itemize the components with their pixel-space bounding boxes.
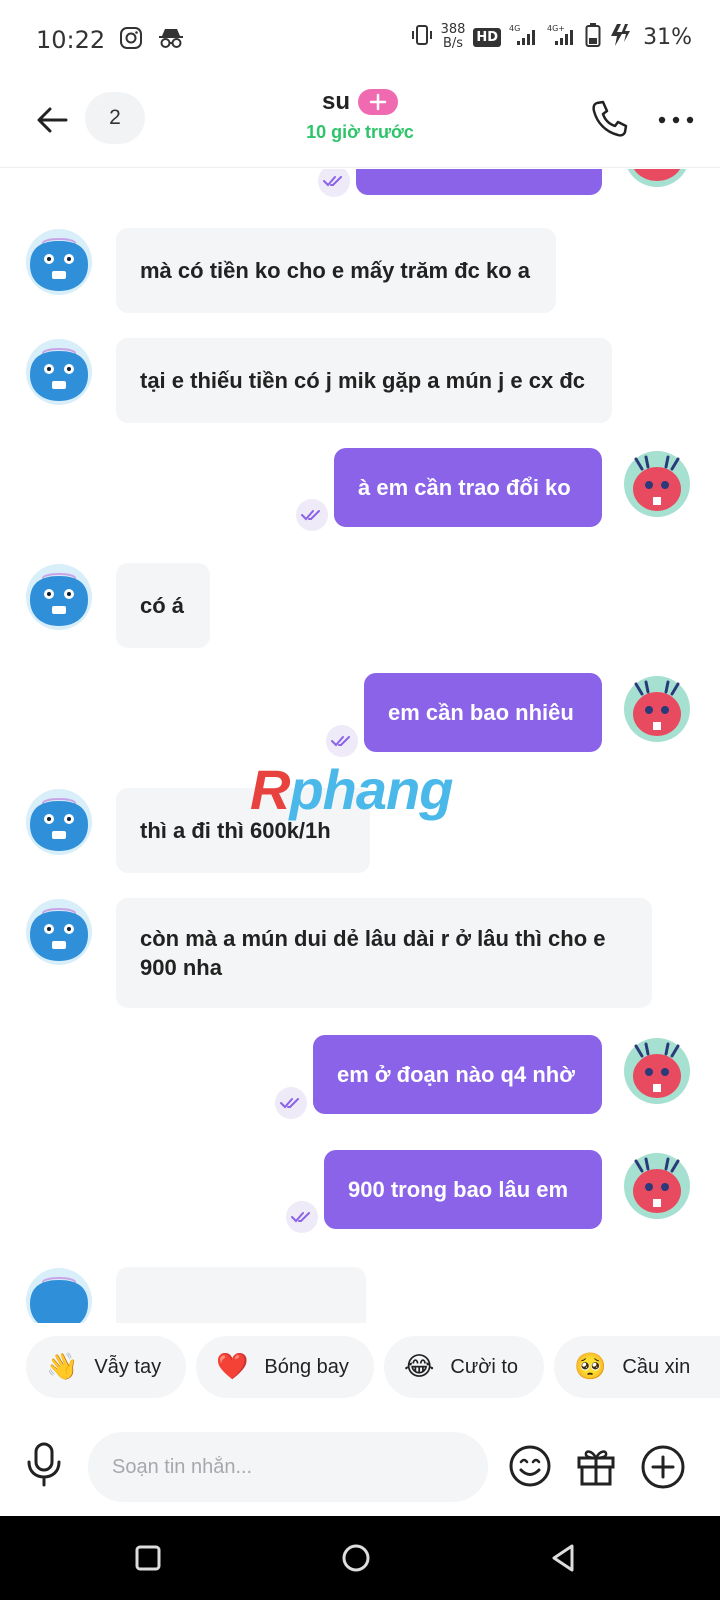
more-options-button[interactable] [654, 100, 698, 140]
message-bubble-partial [356, 169, 602, 195]
message-input[interactable] [88, 1432, 488, 1502]
read-receipt-icon [296, 499, 328, 531]
plus-circle-icon [641, 1445, 685, 1489]
svg-text:4G+: 4G+ [547, 24, 565, 33]
plus-badge [358, 89, 398, 115]
incognito-icon [157, 26, 185, 54]
message-list[interactable]: mà có tiền ko cho e mấy trăm đc ko a tại… [0, 169, 720, 1323]
charging-icon [609, 22, 631, 52]
incoming-message-bubble[interactable]: còn mà a mún dui dẻ lâu dài r ở lâu thì … [116, 898, 652, 1008]
reaction-label: Bóng bay [264, 1355, 349, 1378]
pleading-face-icon: 🥺 [574, 1352, 607, 1382]
add-attachment-button[interactable] [640, 1444, 686, 1490]
outgoing-message-bubble[interactable]: 900 trong bao lâu em [324, 1150, 602, 1229]
system-navigation-bar [0, 1516, 720, 1600]
reaction-laugh-button[interactable]: 😂 Cười to [384, 1336, 544, 1398]
watermark-part1: R [250, 758, 290, 821]
message-composer [0, 1420, 720, 1516]
triangle-back-icon [552, 1544, 574, 1572]
status-bar: 10:22 388 B/s HD 4G 4G+ 31% [0, 0, 720, 80]
reaction-label: Cầu xin [622, 1355, 691, 1378]
watermark-part2: phang [289, 758, 453, 821]
signal-4g-plus-icon: 4G+ [547, 23, 577, 51]
my-avatar[interactable] [622, 674, 692, 744]
contact-avatar[interactable] [24, 787, 94, 857]
contact-avatar[interactable] [24, 1266, 94, 1323]
my-avatar[interactable] [622, 169, 692, 189]
contact-avatar[interactable] [24, 897, 94, 967]
incoming-message-bubble-partial [116, 1267, 366, 1323]
battery-percent: 31% [643, 24, 692, 50]
square-icon [135, 1545, 161, 1571]
reaction-balloon-button[interactable]: ❤️ Bóng bay [196, 1336, 374, 1398]
contact-avatar[interactable] [24, 337, 94, 407]
waving-hand-icon: 👋 [46, 1352, 79, 1382]
incoming-message-bubble[interactable]: mà có tiền ko cho e mấy trăm đc ko a [116, 228, 556, 313]
instagram-icon [119, 26, 143, 54]
smiley-icon [509, 1445, 551, 1487]
network-rate-value: 388 [440, 22, 466, 37]
plus-icon [369, 93, 387, 111]
incoming-message-bubble[interactable]: có á [116, 563, 210, 648]
phone-icon [592, 100, 628, 137]
reaction-label: Cười to [450, 1355, 519, 1378]
reaction-label: Vẫy tay [94, 1355, 162, 1378]
recents-button[interactable] [128, 1538, 168, 1578]
chat-header: 2 su 10 giờ trước [0, 80, 720, 168]
my-avatar[interactable] [622, 449, 692, 519]
network-rate: 388 B/s [441, 23, 466, 51]
outgoing-message-bubble[interactable]: em cần bao nhiêu [364, 673, 602, 752]
read-receipt-icon [318, 169, 350, 197]
reaction-wave-button[interactable]: 👋 Vẫy tay [26, 1336, 186, 1398]
vibrate-icon [411, 23, 433, 51]
outgoing-message-bubble[interactable]: à em cần trao đổi ko [334, 448, 602, 527]
read-receipt-icon [286, 1201, 318, 1233]
incoming-message-bubble[interactable]: tại e thiếu tiền có j mik gặp a mún j e … [116, 338, 612, 423]
outgoing-message-bubble[interactable]: em ở đoạn nào q4 nhờ [313, 1035, 602, 1114]
hd-badge: HD [473, 27, 502, 47]
gift-button[interactable] [574, 1444, 618, 1488]
status-time: 10:22 [36, 26, 106, 54]
circle-icon [342, 1544, 370, 1572]
back-nav-button[interactable] [544, 1538, 584, 1578]
signal-4g-icon: 4G [509, 23, 539, 51]
contact-name: su [321, 88, 350, 115]
network-rate-unit: B/s [442, 36, 464, 51]
contact-avatar[interactable] [24, 562, 94, 632]
gift-icon [577, 1450, 615, 1486]
more-dots-icon [658, 116, 694, 124]
microphone-icon [27, 1442, 61, 1487]
emoji-button[interactable] [508, 1444, 552, 1488]
watermark-logo: Rphang [250, 757, 453, 822]
contact-avatar[interactable] [24, 227, 94, 297]
home-button[interactable] [336, 1538, 376, 1578]
reaction-plead-button[interactable]: 🥺 Cầu xin [554, 1336, 720, 1398]
quick-reactions-bar: 👋 Vẫy tay ❤️ Bóng bay 😂 Cười to 🥺 Cầu xi… [0, 1336, 720, 1400]
heart-icon: ❤️ [216, 1352, 249, 1382]
my-avatar[interactable] [622, 1036, 692, 1106]
my-avatar[interactable] [622, 1151, 692, 1221]
svg-text:4G: 4G [509, 24, 520, 33]
battery-icon [585, 22, 601, 52]
read-receipt-icon [275, 1087, 307, 1119]
voice-message-button[interactable] [22, 1440, 66, 1488]
call-button[interactable] [588, 98, 630, 140]
read-receipt-icon [326, 725, 358, 757]
laughing-face-icon: 😂 [404, 1352, 435, 1382]
